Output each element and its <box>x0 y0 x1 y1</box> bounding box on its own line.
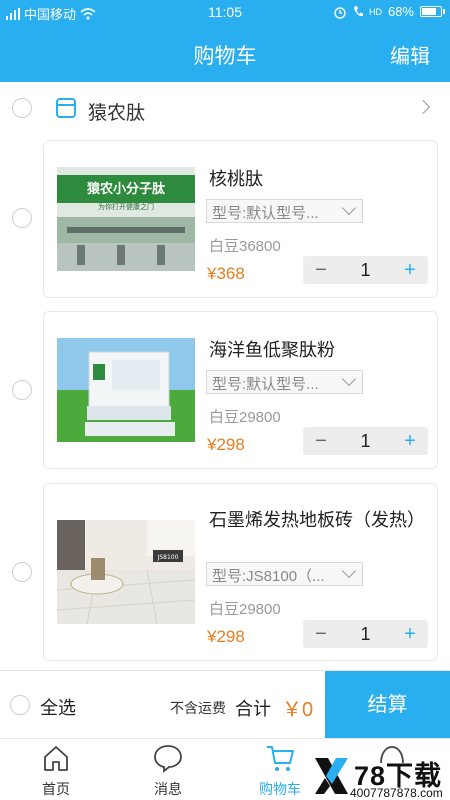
product-image[interactable]: 猿农小分子肽 为你打开健康之门 <box>57 167 195 271</box>
chevron-down-icon <box>341 200 357 216</box>
watermark-url: 4007787878.com <box>350 786 443 800</box>
checkout-button[interactable]: 结算 <box>325 671 450 739</box>
total-value: ￥0 <box>282 699 314 721</box>
phone-icon <box>353 6 363 17</box>
page-title: 购物车 <box>193 45 257 68</box>
select-all-label[interactable]: 全选 <box>40 694 76 720</box>
decrease-button[interactable]: − <box>303 427 339 455</box>
home-icon <box>44 746 68 771</box>
product-image[interactable]: JS8100 <box>57 520 195 624</box>
battery-icon <box>420 6 445 17</box>
volte-label: HD <box>368 6 382 17</box>
cart-item[interactable]: JS8100 石墨烯发热地板砖（发热） 型号:JS8100（... 白豆2980… <box>43 483 438 661</box>
select-all-radio[interactable] <box>10 695 30 715</box>
model-select[interactable]: 型号:JS8100（... <box>206 562 363 586</box>
shipping-note: 不含运费 <box>170 700 226 716</box>
message-icon <box>154 745 182 773</box>
image-headline: 猿农小分子肽 <box>86 181 166 197</box>
cart-item[interactable]: 猿农小分子肽 为你打开健康之门 核桃肽 型号:默认型号... 白豆36800 ¥… <box>43 140 438 298</box>
product-price: ¥298 <box>207 435 245 454</box>
tab-home[interactable]: 首页 <box>0 739 112 800</box>
decrease-button[interactable]: − <box>303 256 339 284</box>
checkout-bar: 全选 不含运费 合计 ￥0 结算 <box>0 670 450 739</box>
quantity-value[interactable]: 1 <box>339 620 392 648</box>
store-name: 猿农肽 <box>88 103 146 124</box>
quantity-stepper: − 1 + <box>303 427 428 455</box>
product-image[interactable] <box>57 338 195 442</box>
store-icon <box>56 98 76 118</box>
status-right: HD 68% <box>333 4 445 19</box>
product-price: ¥368 <box>207 264 245 283</box>
tab-messages[interactable]: 消息 <box>112 739 224 800</box>
bean-price: 白豆29800 <box>209 601 281 618</box>
model-value: 型号:JS8100（... <box>212 568 325 585</box>
store-select-radio[interactable] <box>12 98 32 118</box>
tab-messages-label: 消息 <box>154 781 182 797</box>
edit-button[interactable]: 编辑 <box>390 40 430 69</box>
quantity-value[interactable]: 1 <box>339 256 392 284</box>
chevron-down-icon <box>341 371 357 387</box>
product-name[interactable]: 核桃肽 <box>209 167 419 191</box>
increase-button[interactable]: + <box>392 620 428 648</box>
alarm-icon <box>334 6 346 19</box>
watermark: 78下载 4007787878.com <box>310 754 450 800</box>
cart-icon <box>267 746 294 771</box>
item-select-radio[interactable] <box>12 380 32 400</box>
cart-list[interactable]: 猿农肽 猿农小分子肽 为你打开健康之门 核桃肽 型号:默认型号... 白豆368… <box>0 82 450 670</box>
decrease-button[interactable]: − <box>303 620 339 648</box>
product-name[interactable]: 海洋鱼低聚肽粉 <box>209 338 419 362</box>
product-price: ¥298 <box>207 627 245 646</box>
model-select[interactable]: 型号:默认型号... <box>206 199 363 223</box>
quantity-value[interactable]: 1 <box>339 427 392 455</box>
model-value: 型号:默认型号... <box>212 376 319 393</box>
item-select-radio[interactable] <box>12 208 32 228</box>
total-label: 合计 <box>235 699 271 719</box>
battery-level <box>422 8 436 15</box>
increase-button[interactable]: + <box>392 427 428 455</box>
watermark-logo-icon <box>315 758 348 794</box>
cart-item[interactable]: 海洋鱼低聚肽粉 型号:默认型号... 白豆29800 ¥298 − 1 + <box>43 311 438 469</box>
model-select[interactable]: 型号:默认型号... <box>206 370 363 394</box>
item-select-radio[interactable] <box>12 562 32 582</box>
product-name[interactable]: 石墨烯发热地板砖（发热） <box>209 508 425 532</box>
tab-bar: 首页 消息 购物车 78下载 4007787878.com <box>0 738 450 800</box>
battery-percent: 68% <box>387 4 414 19</box>
chevron-right-icon[interactable] <box>415 99 431 115</box>
quantity-stepper: − 1 + <box>303 620 428 648</box>
image-label: JS8100 <box>157 554 179 561</box>
model-value: 型号:默认型号... <box>212 205 319 222</box>
increase-button[interactable]: + <box>392 256 428 284</box>
image-subheadline: 为你打开健康之门 <box>98 202 154 211</box>
tab-home-label: 首页 <box>42 781 70 797</box>
nav-bar: 购物车 编辑 <box>0 24 450 82</box>
store-row[interactable]: 猿农肽 <box>0 82 450 136</box>
quantity-stepper: − 1 + <box>303 256 428 284</box>
status-bar: 中国移动 11:05 HD 68% <box>0 0 450 24</box>
chevron-down-icon <box>341 563 357 579</box>
bean-price: 白豆29800 <box>209 409 281 426</box>
bean-price: 白豆36800 <box>209 238 281 255</box>
